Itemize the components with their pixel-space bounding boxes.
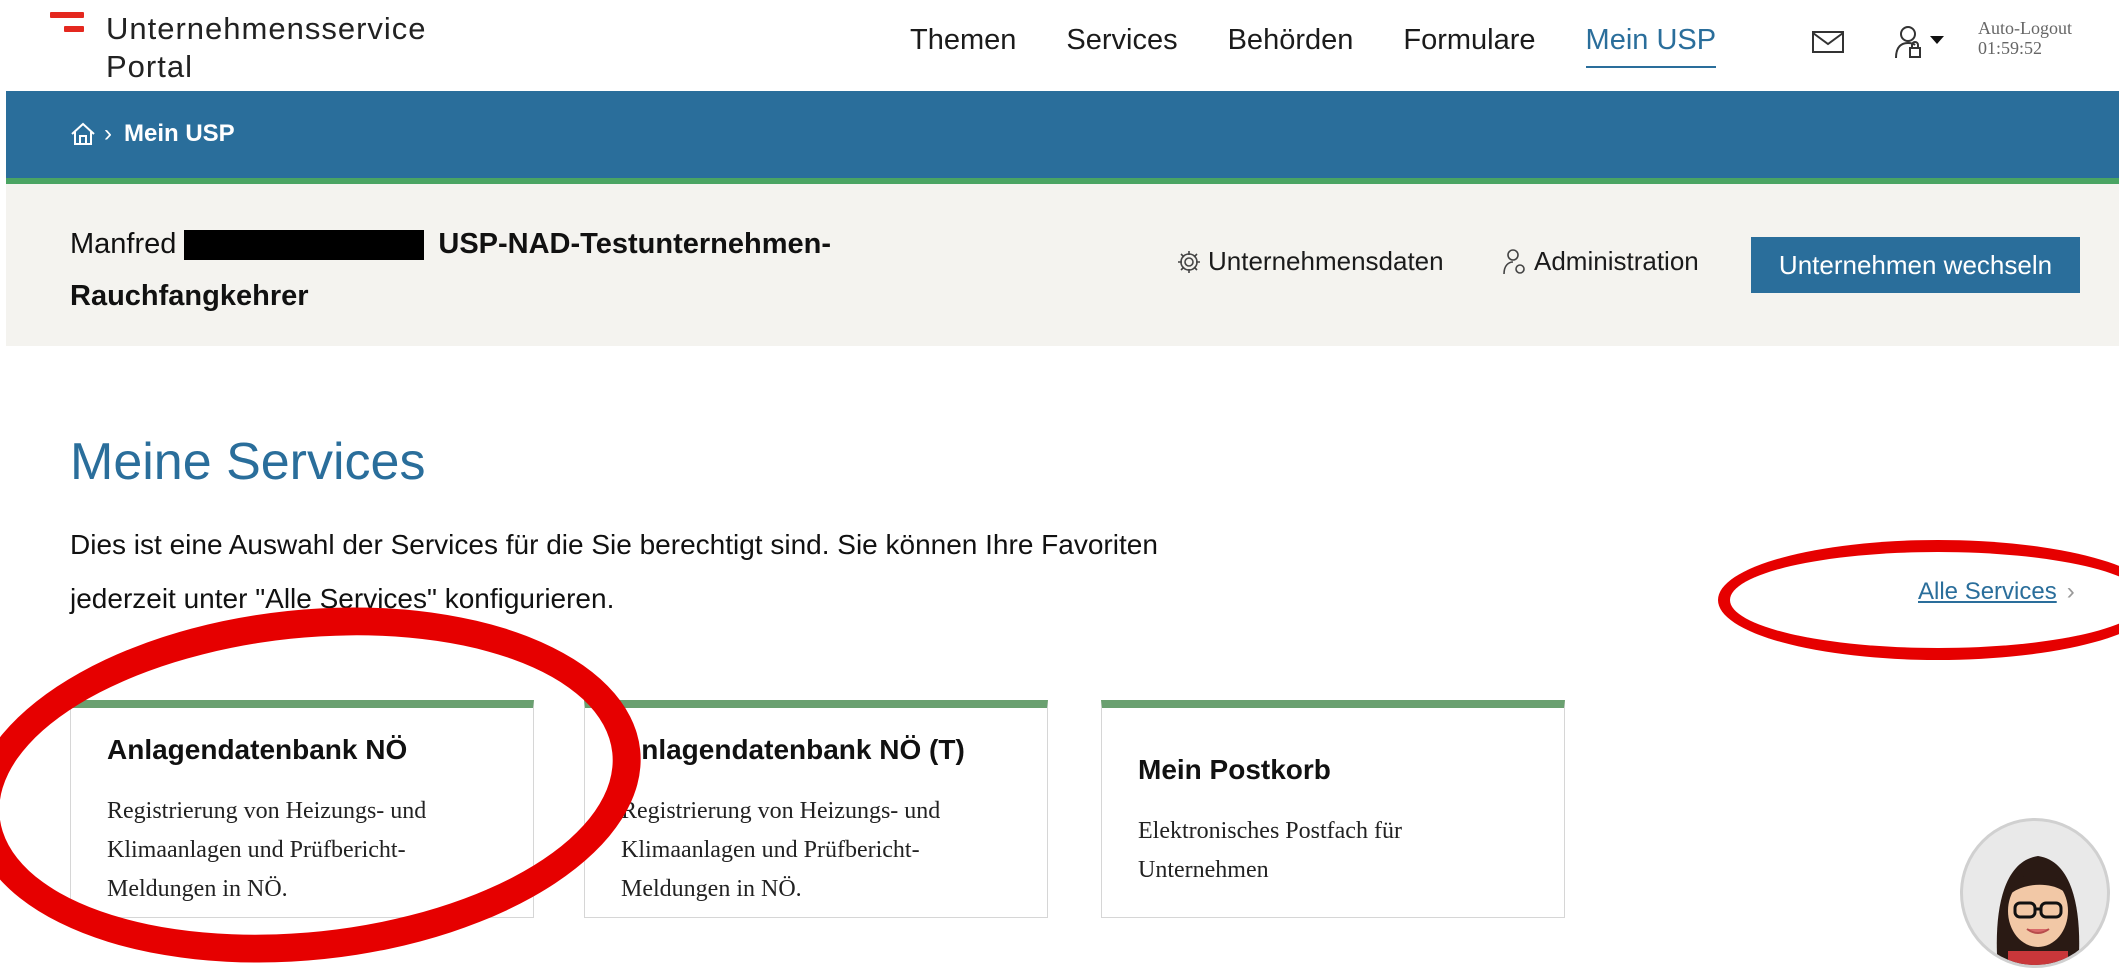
switch-company-button[interactable]: Unternehmen wechseln — [1751, 237, 2080, 293]
company-data-label: Unternehmensdaten — [1208, 246, 1444, 276]
administration-label: Administration — [1534, 246, 1699, 276]
breadcrumb: › Mein USP — [70, 120, 235, 148]
nav-services[interactable]: Services — [1066, 22, 1177, 68]
company-data-link[interactable]: Unternehmensdaten — [1176, 246, 1444, 277]
nav-formulare[interactable]: Formulare — [1403, 22, 1535, 68]
card-desc-line: Klimaanlagen und Prüfbericht- — [621, 837, 920, 863]
page-title: Meine Services — [70, 433, 426, 491]
card-description: Registrierung von Heizungs- und Klimaanl… — [621, 792, 1021, 909]
logo-line-2: Portal — [106, 49, 193, 84]
envelope-icon[interactable] — [1812, 30, 1844, 54]
home-icon[interactable] — [70, 121, 96, 147]
chat-assistant-avatar[interactable] — [1960, 818, 2110, 968]
nav-mein-usp[interactable]: Mein USP — [1585, 22, 1717, 68]
intro-text: Dies ist eine Auswahl der Services für d… — [70, 518, 1270, 626]
intro-line-2: jederzeit unter "Alle Services" konfigur… — [70, 583, 615, 614]
gear-icon — [1178, 250, 1200, 273]
nav-behoerden[interactable]: Behörden — [1228, 22, 1354, 68]
autologout-label: Auto-Logout — [1978, 18, 2072, 38]
card-title: Anlagendatenbank NÖ (T) — [621, 734, 965, 765]
all-services-label: Alle Services — [1918, 578, 2057, 605]
all-services-link[interactable]: Alle Services › — [1918, 578, 2075, 606]
chevron-right-icon: › — [2066, 578, 2075, 605]
card-description: Registrierung von Heizungs- und Klimaanl… — [107, 792, 507, 909]
assistant-face-icon — [1996, 856, 2080, 965]
breadcrumb-separator: › — [104, 120, 112, 147]
austria-flag-icon — [50, 12, 86, 38]
service-card-anlagendatenbank[interactable]: Anlagendatenbank NÖ Registrierung von He… — [70, 700, 534, 918]
card-desc-line: Meldungen in NÖ. — [621, 876, 802, 902]
card-title: Anlagendatenbank NÖ — [107, 734, 408, 765]
company-name-part1: USP-NAD-Testunternehmen- — [438, 228, 831, 260]
card-desc-line: Meldungen in NÖ. — [107, 876, 288, 902]
admin-user-icon — [1503, 248, 1525, 274]
administration-link[interactable]: Administration — [1502, 246, 1699, 277]
card-title: Mein Postkorb — [1138, 754, 1331, 785]
nav-themen[interactable]: Themen — [910, 22, 1016, 68]
autologout-time: 01:59:52 — [1978, 38, 2043, 58]
main-nav: Themen Services Behörden Formulare Mein … — [910, 22, 1766, 68]
breadcrumb-current: Mein USP — [124, 120, 235, 147]
intro-line-1: Dies ist eine Auswahl der Services für d… — [70, 529, 1158, 560]
card-desc-line: Unternehmen — [1138, 857, 1269, 883]
card-desc-line: Registrierung von Heizungs- und — [621, 798, 941, 824]
company-name-part2: Rauchfangkehrer — [70, 280, 309, 312]
card-desc-line: Registrierung von Heizungs- und — [107, 798, 427, 824]
card-desc-line: Klimaanlagen und Prüfbericht- — [107, 837, 406, 863]
service-card-anlagendatenbank-test[interactable]: Anlagendatenbank NÖ (T) Registrierung vo… — [584, 700, 1048, 918]
service-card-postkorb[interactable]: Mein Postkorb Elektronisches Postfach fü… — [1101, 700, 1565, 918]
card-description: Elektronisches Postfach für Unternehmen — [1138, 812, 1538, 890]
user-first-name: Manfred — [70, 228, 177, 260]
card-desc-line: Elektronisches Postfach für — [1138, 818, 1402, 844]
user-lock-icon[interactable] — [1888, 24, 1948, 60]
company-identity: Manfred USP-NAD-Testunternehmen- Rauchfan… — [70, 218, 870, 322]
logo-text: Unternehmensservice Portal — [106, 10, 526, 86]
breadcrumb-bar — [6, 91, 2119, 179]
logo-line-1: Unternehmensservice — [106, 11, 427, 46]
caret-down-icon[interactable] — [1930, 36, 1944, 44]
autologout-timer: Auto-Logout 01:59:52 — [1978, 18, 2072, 58]
site-header: Unternehmensservice Portal Themen Servic… — [0, 0, 2119, 90]
redacted-surname — [184, 230, 425, 261]
